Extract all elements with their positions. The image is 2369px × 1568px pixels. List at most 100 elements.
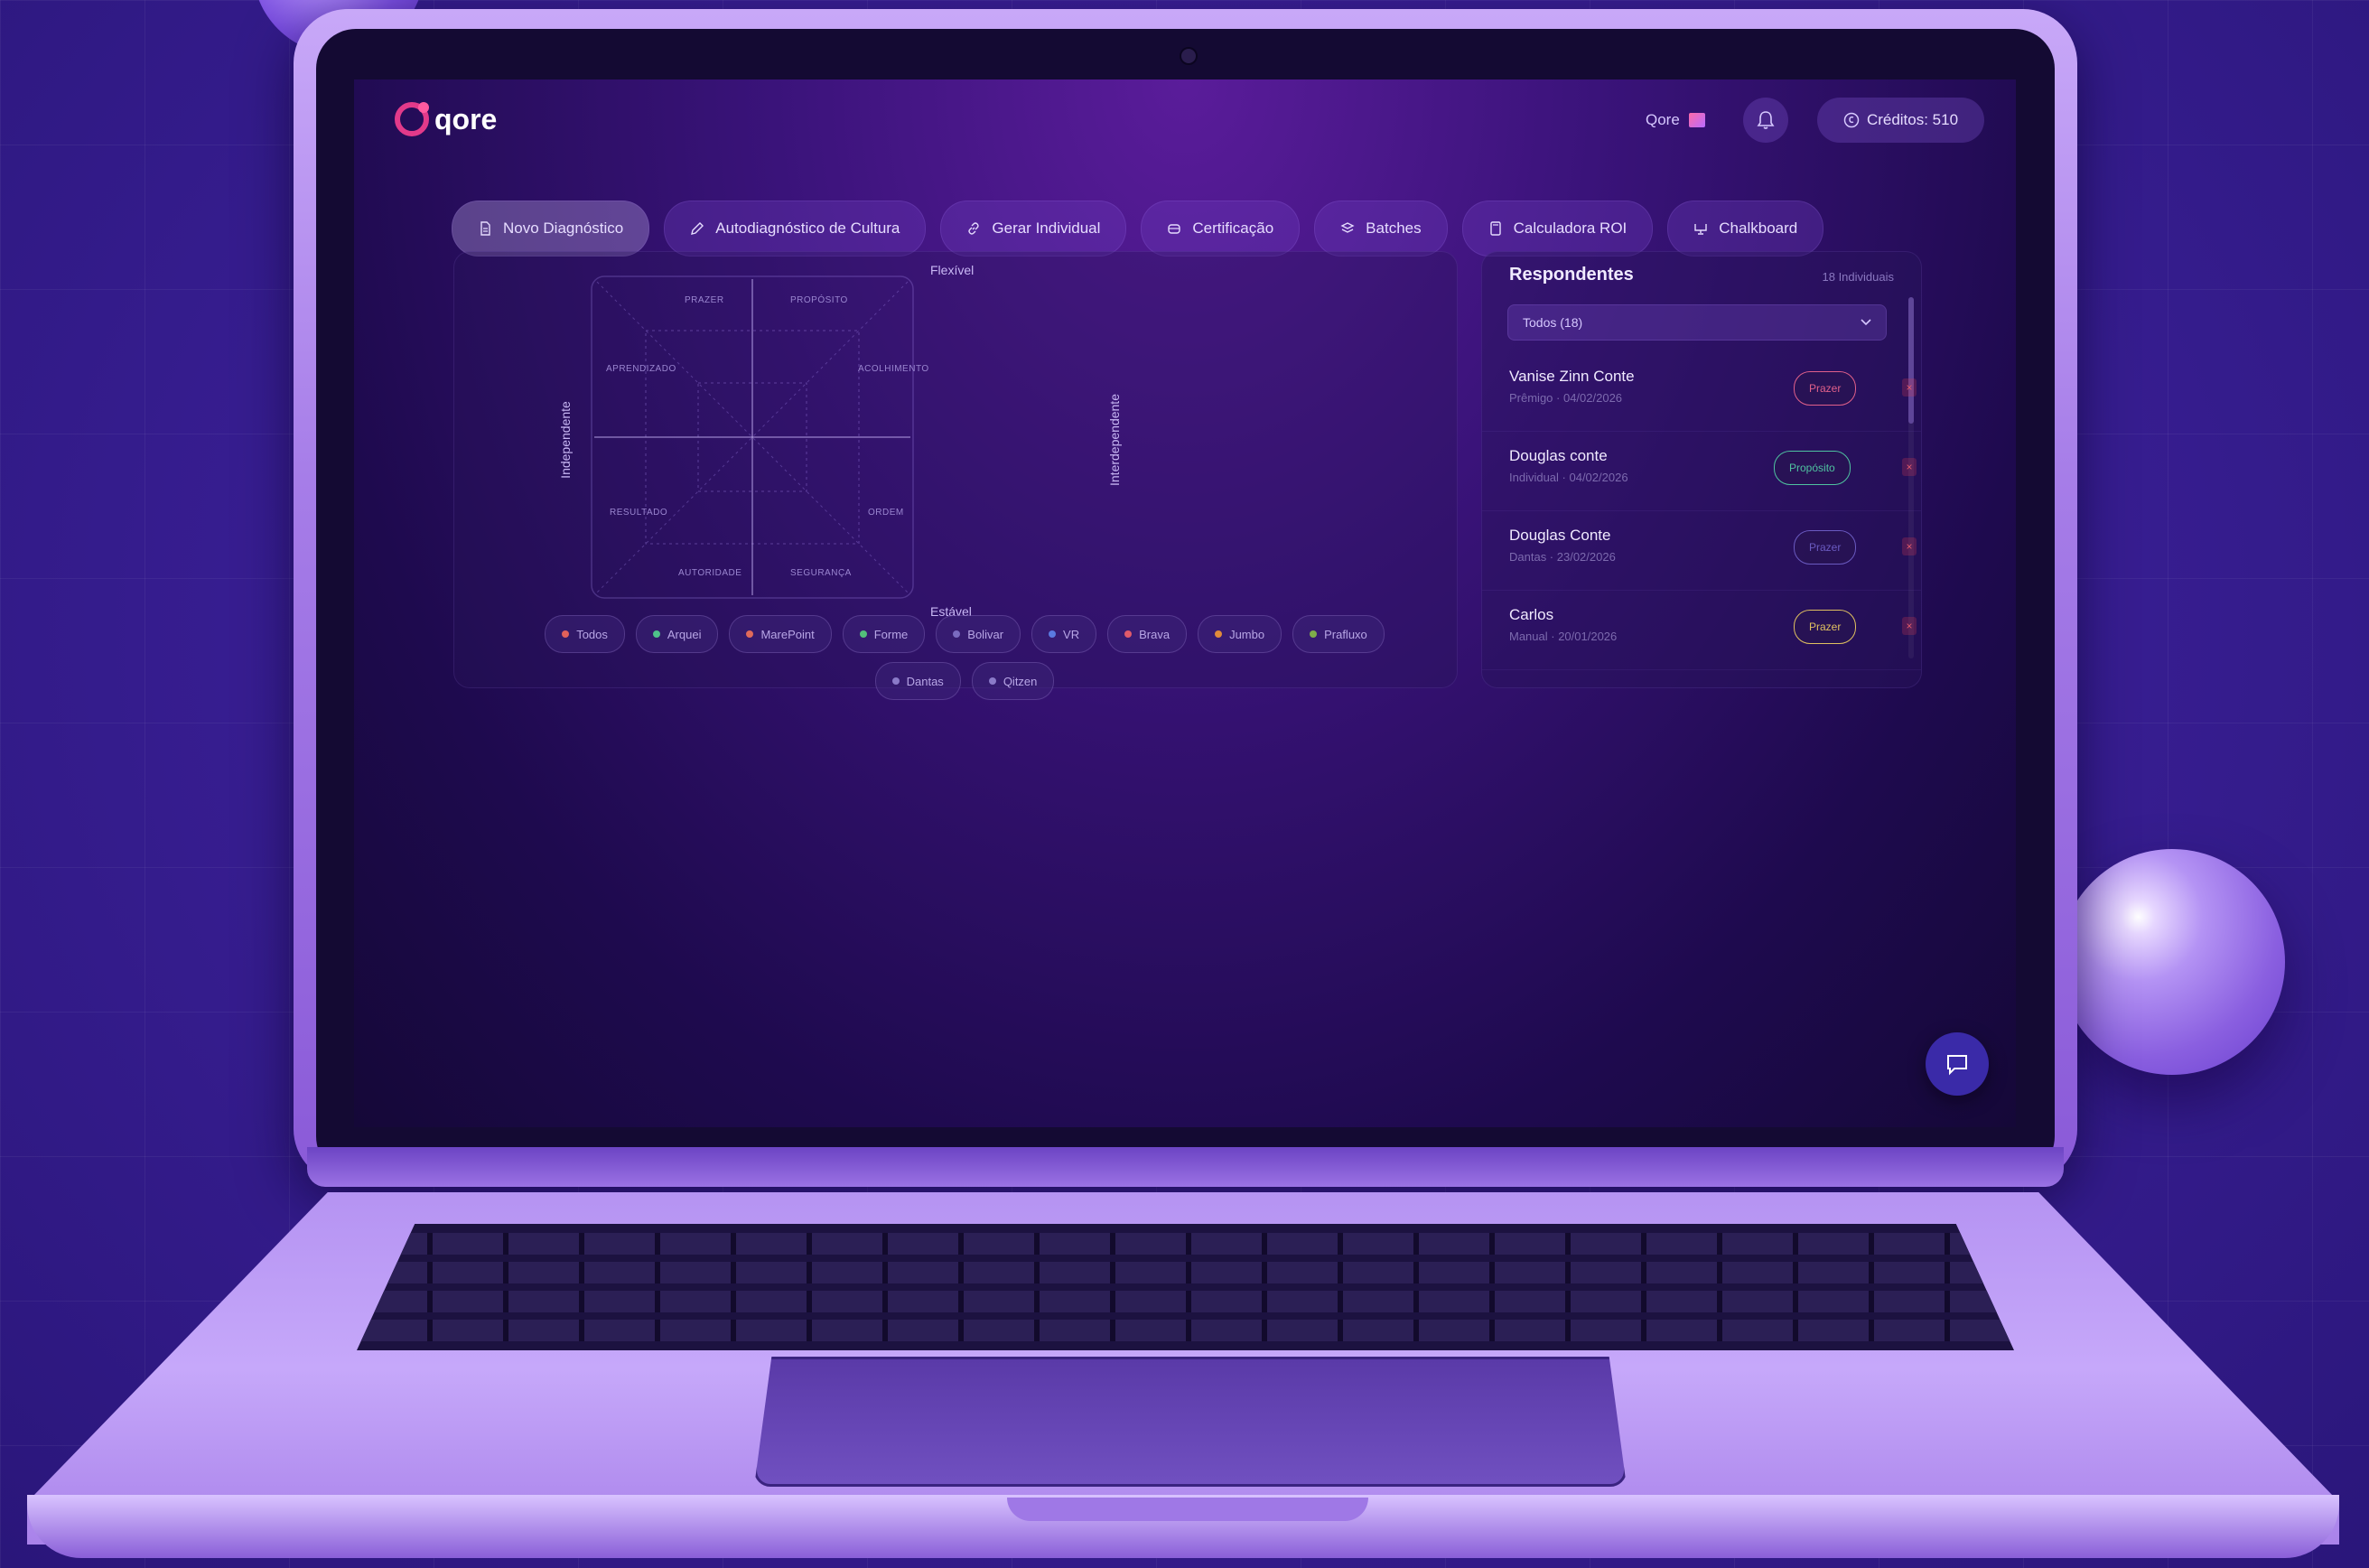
legend-chip[interactable]: Brava [1107,615,1188,653]
delete-icon[interactable]: × [1902,537,1917,555]
tab-label: Certificação [1192,219,1274,237]
quadrant-label: SEGURANÇA [790,568,852,578]
user-name: Qore [1646,111,1680,128]
legend-dot [859,630,867,638]
tab-calculadora-roi[interactable]: Calculadora ROI [1461,201,1654,257]
tab-chalkboard[interactable]: Chalkboard [1667,201,1824,257]
app-logo[interactable]: qore [395,102,497,136]
legend-chip-label: Bolivar [967,627,1004,641]
respondents-title: Respondentes [1509,265,1634,285]
top-bar: qore Qore Créditos: 510 [354,79,2016,161]
tab-novo-diagnostico[interactable]: Novo Diagnóstico [452,201,650,257]
legend-chip[interactable]: Forme [842,615,926,653]
legend-dot [988,677,996,685]
app-screen: qore Qore Créditos: 510 Novo Diagnóstico… [354,79,2016,1127]
document-icon [480,221,490,236]
company-filter-chips: Todos Arquei MarePoint Forme Bolivar VR … [518,615,1412,700]
legend-dot [652,630,660,638]
delete-icon[interactable]: × [1902,617,1917,635]
tab-autodiagnostico[interactable]: Autodiagnóstico de Cultura [664,201,927,257]
tab-label: Calculadora ROI [1513,219,1628,237]
culture-radar-chart [591,275,914,599]
respondent-name: Douglas conte [1509,447,1608,464]
tab-label: Novo Diagnóstico [503,219,624,237]
legend-chip[interactable]: MarePoint [729,615,832,653]
credits-badge[interactable]: Créditos: 510 [1817,98,1984,143]
legend-chip[interactable]: Bolivar [936,615,1021,653]
legend-chip[interactable]: Todos [545,615,625,653]
tab-gerar-individual[interactable]: Gerar Individual [940,201,1127,257]
link-icon [968,222,980,235]
legend-chip-label: Todos [576,627,608,641]
delete-icon[interactable]: × [1902,458,1917,476]
respondents-count: 18 Individuais [1822,270,1895,284]
respondent-meta: Prêmigo · 04/02/2026 [1509,391,1623,405]
status-badge: Prazer [1794,371,1857,406]
tab-label: Batches [1366,219,1422,237]
legend-dot [1310,630,1318,638]
legend-dot [891,677,900,685]
laptop-notch [1007,1498,1368,1521]
legend-chip[interactable]: Dantas [874,662,961,700]
qore-logo-icon [395,102,429,136]
laptop-hinge [307,1147,2064,1187]
tab-label: Gerar Individual [992,219,1101,237]
legend-dot [562,630,570,638]
legend-chip-label: Jumbo [1229,627,1265,641]
quadrant-label: PROPÓSITO [790,295,848,305]
chevron-down-icon [1861,319,1871,326]
status-badge: Propósito [1774,451,1851,485]
layers-icon [1340,222,1355,233]
legend-dot [746,630,754,638]
respondent-meta: Manual · 20/01/2026 [1509,630,1618,643]
legend-chip-label: Dantas [906,674,944,688]
legend-chip-label: MarePoint [760,627,815,641]
status-badge: Prazer [1794,610,1857,644]
legend-chip[interactable]: Jumbo [1198,615,1282,653]
notifications-button[interactable] [1743,98,1788,143]
quadrant-label: APRENDIZADO [606,364,676,374]
trackpad [754,1357,1627,1487]
tab-label: Autodiagnóstico de Cultura [715,219,900,237]
legend-dot [1215,630,1223,638]
legend-chip-label: Forme [873,627,909,641]
axis-right-label: Interdependente [1106,394,1122,486]
coin-icon [1843,112,1860,128]
respondent-row[interactable]: Douglas Conte Dantas · 23/02/2026 Prazer… [1482,510,1921,591]
legend-chip[interactable]: Qitzen [971,662,1055,700]
legend-chip-label: Qitzen [1003,674,1038,688]
main-tabs: Novo Diagnóstico Autodiagnóstico de Cult… [452,201,1824,257]
pencil-icon [691,222,704,235]
status-badge: Prazer [1794,530,1857,565]
legend-chip-label: Brava [1139,627,1171,641]
bell-icon [1757,111,1775,129]
legend-chip[interactable]: VR [1031,615,1097,653]
user-menu[interactable]: Qore [1646,111,1705,129]
respondents-filter-select[interactable]: Todos (18) [1507,304,1887,341]
legend-chip-label: Prafluxo [1324,627,1367,641]
certificate-icon [1168,224,1181,234]
tab-batches[interactable]: Batches [1314,201,1448,257]
legend-chip[interactable]: Arquei [635,615,719,653]
legend-chip-label: VR [1063,627,1080,641]
credits-label: Créditos: 510 [1866,111,1959,128]
app-name: qore [434,102,498,135]
filter-value: Todos (18) [1523,315,1583,330]
user-badge-icon [1688,113,1705,127]
respondents-panel: Respondentes 18 Individuais Todos (18) V… [1481,251,1922,688]
quadrant-label: PRAZER [685,295,724,305]
tab-certificacao[interactable]: Certificação [1141,201,1301,257]
quadrant-label: AUTORIDADE [678,568,742,578]
chat-icon [1947,1055,1967,1076]
calculator-icon [1489,221,1501,236]
delete-icon[interactable]: × [1902,378,1917,397]
keyboard [357,1224,2014,1350]
chat-button[interactable] [1926,1032,1989,1096]
respondent-row[interactable]: Vanise Zinn Conte Prêmigo · 04/02/2026 P… [1482,351,1921,432]
respondent-row[interactable]: Douglas conte Individual · 04/02/2026 Pr… [1482,431,1921,511]
legend-chip[interactable]: Prafluxo [1292,615,1385,653]
respondent-row[interactable]: Carlos Manual · 20/01/2026 Prazer × [1482,590,1921,670]
legend-dot [1124,630,1133,638]
respondent-meta: Dantas · 23/02/2026 [1509,550,1616,564]
respondent-name: Carlos [1509,606,1554,623]
